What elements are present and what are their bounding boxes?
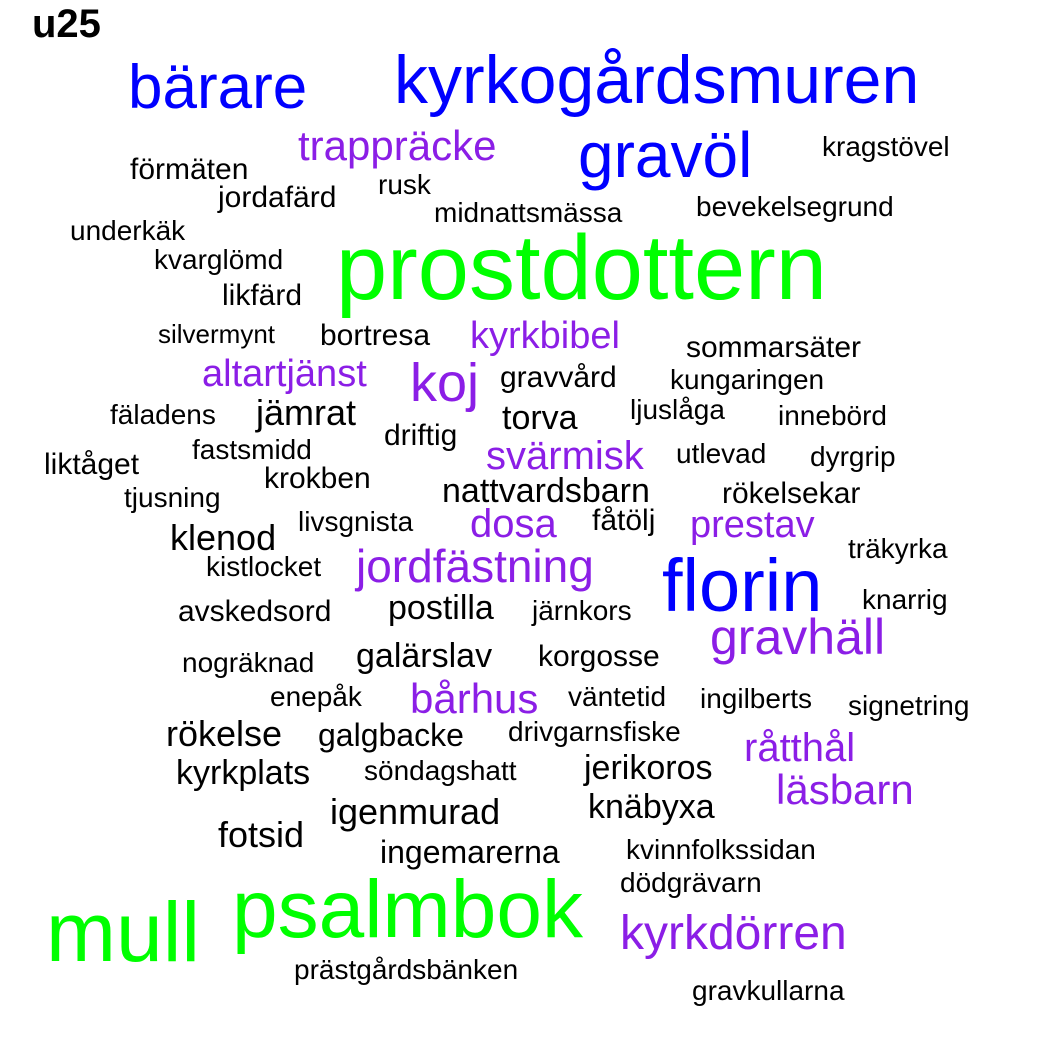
word-barare: bärare bbox=[128, 53, 308, 122]
word-knabyxa: knäbyxa bbox=[588, 788, 715, 826]
word-kyrkogardsmuren: kyrkogårdsmuren bbox=[394, 42, 920, 118]
word-ingilberts: ingilberts bbox=[700, 683, 813, 714]
word-krokben: krokben bbox=[264, 462, 371, 495]
word-trakyrka: träkyrka bbox=[848, 533, 948, 564]
word-kyrkplats: kyrkplats bbox=[176, 754, 311, 792]
word-lasbarn: läsbarn bbox=[776, 766, 914, 813]
word-rusk: rusk bbox=[378, 169, 431, 200]
word-kyrkdorren: kyrkdörren bbox=[620, 907, 847, 960]
word-vantetid: väntetid bbox=[568, 681, 667, 712]
word-fotsid: fotsid bbox=[218, 814, 305, 855]
word-likfard: likfärd bbox=[222, 279, 303, 312]
word-underkak: underkäk bbox=[70, 215, 186, 246]
word-ljuslaga: ljuslåga bbox=[630, 394, 725, 425]
word-svarmisk: svärmisk bbox=[486, 434, 644, 478]
word-gravvard: gravvård bbox=[500, 361, 617, 394]
word-driftig: driftig bbox=[384, 419, 458, 452]
word-kvinnfolkssidan: kvinnfolkssidan bbox=[626, 834, 816, 865]
word-jamrat: jämrat bbox=[256, 392, 357, 433]
word-faladens: fäladens bbox=[110, 399, 216, 430]
word-kyrkbibel: kyrkbibel bbox=[470, 315, 620, 357]
word-livsgnista: livsgnista bbox=[298, 506, 414, 537]
word-sommarsater: sommarsäter bbox=[686, 331, 862, 364]
word-korgosse: korgosse bbox=[538, 640, 660, 673]
word-rokelse: rökelse bbox=[166, 713, 283, 754]
word-altartjanst: altartjänst bbox=[202, 353, 367, 395]
word-fastsmidd: fastsmidd bbox=[192, 434, 312, 465]
word-fatolj: fåtölj bbox=[592, 504, 656, 537]
word-avskedsord: avskedsord bbox=[178, 595, 332, 628]
word-dyrgrip: dyrgrip bbox=[810, 441, 896, 472]
word-liktaget: liktåget bbox=[44, 448, 140, 481]
word-dodgravarn: dödgrävarn bbox=[620, 867, 762, 898]
page-title: u25 bbox=[32, 2, 101, 46]
word-trappracke: trappräcke bbox=[298, 122, 497, 169]
word-utlevad: utlevad bbox=[676, 438, 767, 469]
word-nograknad: nogräknad bbox=[182, 647, 315, 678]
word-barhus: bårhus bbox=[410, 675, 539, 722]
word-dosa: dosa bbox=[470, 502, 557, 546]
word-galarslav: galärslav bbox=[356, 637, 493, 675]
word-prostdottern: prostdottern bbox=[336, 217, 827, 319]
word-mull: mull bbox=[46, 885, 201, 979]
word-kistlocket: kistlocket bbox=[206, 551, 322, 582]
word-silvermynt: silvermynt bbox=[158, 319, 276, 349]
word-ratthal: råtthål bbox=[744, 726, 856, 770]
word-postilla: postilla bbox=[388, 589, 494, 627]
word-gravhall: gravhäll bbox=[710, 609, 886, 665]
word-prastgardsbanken: prästgårdsbänken bbox=[294, 954, 519, 985]
word-prestav: prestav bbox=[690, 504, 815, 546]
word-enepak: enepåk bbox=[270, 681, 362, 712]
word-jordfastning: jordfästning bbox=[356, 540, 594, 592]
word-igenmurad: igenmurad bbox=[330, 791, 501, 832]
word-psalmbok: psalmbok bbox=[232, 864, 583, 955]
word-kungaringen: kungaringen bbox=[670, 364, 825, 395]
word-cloud: u25 bärare kyrkogårdsmuren trappräcke gravö… bbox=[0, 0, 1050, 1050]
word-drivgarnsfiske: drivgarnsfiske bbox=[508, 716, 681, 747]
word-innebord: innebörd bbox=[778, 400, 887, 431]
word-tjusning: tjusning bbox=[124, 482, 221, 513]
word-jerikoros: jerikoros bbox=[584, 749, 713, 787]
word-sondagshatt: söndagshatt bbox=[364, 755, 517, 786]
word-signetring: signetring bbox=[848, 690, 970, 721]
word-jordafard: jordafärd bbox=[218, 181, 337, 214]
word-gravkullarna: gravkullarna bbox=[692, 975, 845, 1006]
word-galgbacke: galgbacke bbox=[318, 717, 464, 753]
word-gravol: gravöl bbox=[578, 119, 753, 191]
word-torva: torva bbox=[502, 399, 578, 437]
word-kvarglomd: kvarglömd bbox=[154, 244, 284, 275]
word-jarnkors: järnkors bbox=[532, 595, 632, 626]
word-koj: koj bbox=[410, 353, 480, 413]
word-kragstovel: kragstövel bbox=[822, 131, 950, 162]
word-bortresa: bortresa bbox=[320, 319, 431, 352]
